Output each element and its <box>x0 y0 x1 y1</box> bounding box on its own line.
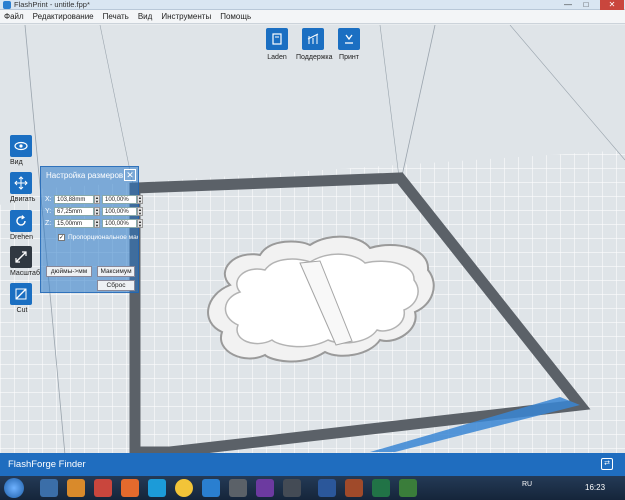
scale-settings-panel: Настройка размеров ✕ X: 103,88mm ▲ ▼ 100,… <box>40 166 143 293</box>
proportional-scale-row[interactable]: ✓ Пропорциональное масштабирование <box>58 234 138 241</box>
menu-tools[interactable]: Инструменты <box>161 10 211 24</box>
move-button[interactable]: Двигать <box>10 172 36 203</box>
app-icon-green[interactable] <box>399 479 417 497</box>
panel-title: Настройка размеров <box>46 171 124 180</box>
printer-status-bar: FlashForge Finder ⇄ <box>0 453 625 476</box>
media-icon[interactable] <box>94 479 112 497</box>
menu-edit[interactable]: Редактирование <box>33 10 94 24</box>
axis-row-z: Z: 15,00mm ▲ ▼ 100,00% ▲ ▼ <box>45 218 145 228</box>
eye-icon <box>10 135 32 157</box>
menu-view[interactable]: Вид <box>138 10 152 24</box>
move-icon <box>10 172 32 194</box>
calculator-icon[interactable] <box>229 479 247 497</box>
size-z-input[interactable]: 15,00mm <box>54 218 94 228</box>
menu-file[interactable]: Файл <box>4 10 24 24</box>
rotate-icon <box>10 210 32 232</box>
spinner-icon[interactable]: ▲ ▼ <box>94 194 100 204</box>
spinner-icon[interactable]: ▲ ▼ <box>137 218 143 228</box>
size-x-input[interactable]: 103,88mm <box>54 194 94 204</box>
print-icon <box>338 28 360 50</box>
percent-z-input[interactable]: 100,00% <box>102 218 137 228</box>
percent-x-input[interactable]: 100,00% <box>102 194 137 204</box>
printer-name: FlashForge Finder <box>8 459 86 470</box>
flashprint-icon[interactable] <box>202 479 220 497</box>
app-icon-purple[interactable] <box>256 479 274 497</box>
inch-to-mm-button[interactable]: дюймы->мм <box>46 266 92 277</box>
scale-label: Масштаб <box>10 270 40 277</box>
support-label: Поддержка <box>296 54 333 61</box>
print-button[interactable]: Принт <box>332 28 366 61</box>
app-icon-brown[interactable] <box>345 479 363 497</box>
menu-help[interactable]: Помощь <box>220 10 251 24</box>
language-indicator[interactable]: RU <box>522 481 532 488</box>
chrome-icon[interactable] <box>175 479 193 497</box>
maximum-button[interactable]: Максимум <box>97 266 135 277</box>
rotate-button[interactable]: Drehen <box>10 210 34 241</box>
view-label: Вид <box>10 159 23 166</box>
close-button[interactable]: ✕ <box>600 0 624 10</box>
cut-button[interactable]: Cut <box>10 283 34 314</box>
close-icon[interactable]: ✕ <box>124 169 136 181</box>
spinner-icon[interactable]: ▲ ▼ <box>94 206 100 216</box>
rotate-label: Drehen <box>10 234 33 241</box>
taskbar: RU 16:23 <box>0 476 625 500</box>
axis-label: Z: <box>45 219 52 227</box>
app-icon <box>3 1 11 9</box>
reset-button[interactable]: Сброс <box>97 280 135 291</box>
axis-label: Y: <box>45 207 52 215</box>
print-label: Принт <box>339 54 359 61</box>
axis-row-y: Y: 67,25mm ▲ ▼ 100,00% ▲ ▼ <box>45 206 145 216</box>
explorer-icon[interactable] <box>40 479 58 497</box>
window-title: FlashPrint - untitle.fpp* <box>14 0 90 9</box>
axis-label: X: <box>45 195 52 203</box>
minimize-button[interactable]: — <box>560 0 576 10</box>
support-button[interactable]: Поддержка <box>296 28 333 61</box>
percent-y-input[interactable]: 100,00% <box>102 206 137 216</box>
cut-label: Cut <box>16 307 28 314</box>
printer-connect-icon[interactable]: ⇄ <box>601 458 613 470</box>
load-label: Laden <box>267 54 287 61</box>
maximize-button[interactable]: □ <box>578 0 594 10</box>
app-icon-c[interactable] <box>148 479 166 497</box>
top-toolbar: Laden Поддержка Принт <box>260 28 370 68</box>
cut-icon <box>10 283 32 305</box>
word-icon[interactable] <box>318 479 336 497</box>
move-label: Двигать <box>10 196 36 203</box>
app-icon-grey[interactable] <box>283 479 301 497</box>
app-icon-orange[interactable] <box>121 479 139 497</box>
spinner-icon[interactable]: ▲ ▼ <box>94 218 100 228</box>
view-button[interactable]: Вид <box>10 135 34 166</box>
axis-row-x: X: 103,88mm ▲ ▼ 100,00% ▲ ▼ <box>45 194 145 204</box>
proportional-checkbox[interactable]: ✓ <box>58 234 65 241</box>
size-y-input[interactable]: 67,25mm <box>54 206 94 216</box>
load-button[interactable]: Laden <box>260 28 294 61</box>
spinner-icon[interactable]: ▲ ▼ <box>137 194 143 204</box>
folder-icon[interactable] <box>67 479 85 497</box>
excel-icon[interactable] <box>372 479 390 497</box>
scale-icon <box>10 246 32 268</box>
title-bar: FlashPrint - untitle.fpp* — □ ✕ <box>0 0 625 10</box>
start-button[interactable] <box>4 478 24 498</box>
support-icon <box>302 28 324 50</box>
scale-button[interactable]: Масштаб <box>10 246 40 277</box>
clock[interactable]: 16:23 <box>585 483 605 492</box>
spinner-icon[interactable]: ▲ ▼ <box>137 206 143 216</box>
proportional-label: Пропорциональное масштабирование <box>68 234 138 241</box>
load-icon <box>266 28 288 50</box>
menu-print[interactable]: Печать <box>103 10 129 24</box>
menu-bar: Файл Редактирование Печать Вид Инструмен… <box>0 10 625 24</box>
